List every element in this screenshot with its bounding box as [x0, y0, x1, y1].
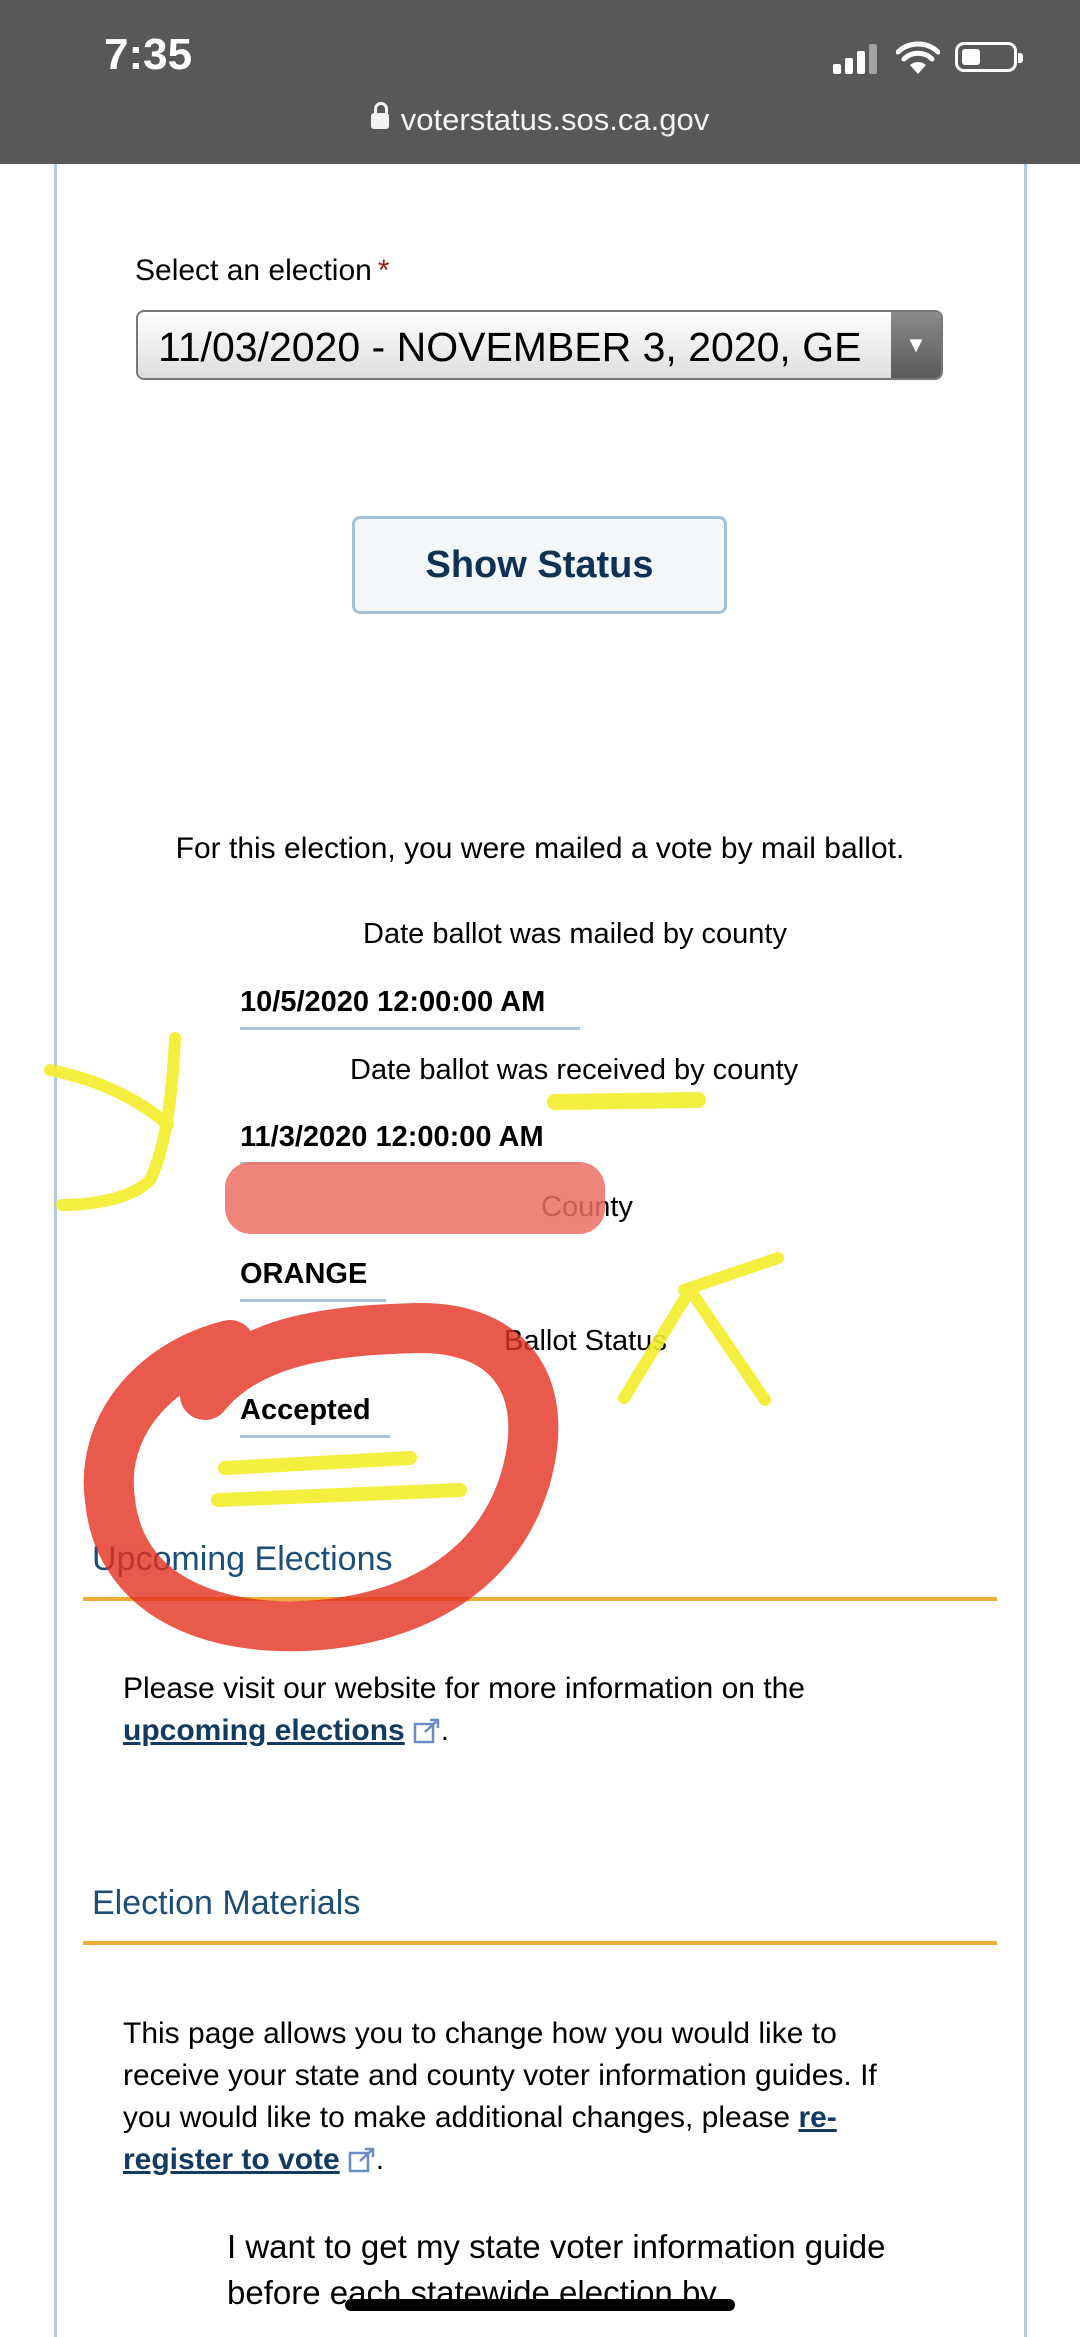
election-materials-title: Election Materials	[92, 1884, 361, 1922]
external-link-icon	[413, 1718, 439, 1744]
url-text: voterstatus.sos.ca.gov	[400, 102, 710, 137]
county-value: ORANGE	[240, 1258, 386, 1302]
battery-icon	[955, 42, 1023, 72]
required-marker: *	[377, 254, 390, 287]
ballot-status-value: Accepted	[240, 1394, 390, 1438]
upcoming-elections-title: Upcoming Elections	[92, 1540, 393, 1578]
re-register-link-cont[interactable]: register to vote	[123, 2143, 340, 2176]
section-divider	[83, 1941, 997, 1945]
section-divider	[83, 1597, 997, 1601]
received-date-label: Date ballot was received by county	[350, 1054, 799, 1086]
mailed-date-label: Date ballot was mailed by county	[363, 918, 787, 950]
ballot-status-label: Ballot Status	[504, 1325, 667, 1357]
received-date-value: 11/3/2020 12:00:00 AM	[240, 1121, 580, 1165]
upcoming-elections-link[interactable]: upcoming elections	[123, 1714, 405, 1747]
show-status-button[interactable]: Show Status	[352, 516, 727, 614]
upcoming-elections-text: Please visit our website for more inform…	[123, 1672, 805, 1747]
select-election-label: Select an election *	[135, 254, 390, 287]
status-bar: 7:35 voterstatus.sos.ca.gov	[0, 0, 1080, 164]
ballot-intro-text: For this election, you were mailed a vot…	[175, 832, 905, 865]
external-link-icon	[348, 2147, 374, 2173]
wifi-icon	[896, 41, 940, 74]
dropdown-arrow-icon: ▼	[891, 312, 941, 378]
county-label: County	[541, 1191, 633, 1223]
signal-icon	[833, 44, 877, 74]
election-materials-text: This page allows you to change how you w…	[123, 2017, 877, 2176]
election-select-value: 11/03/2020 - NOVEMBER 3, 2020, GE	[158, 324, 862, 370]
home-indicator	[345, 2299, 735, 2311]
election-select[interactable]: 11/03/2020 - NOVEMBER 3, 2020, GE ▼	[136, 310, 943, 380]
clock: 7:35	[104, 30, 193, 79]
mailed-date-value: 10/5/2020 12:00:00 AM	[240, 986, 580, 1030]
url-bar[interactable]: voterstatus.sos.ca.gov	[0, 102, 1080, 138]
content-frame	[54, 164, 1027, 2337]
lock-icon	[370, 102, 389, 129]
re-register-link[interactable]: re-	[798, 2101, 836, 2134]
